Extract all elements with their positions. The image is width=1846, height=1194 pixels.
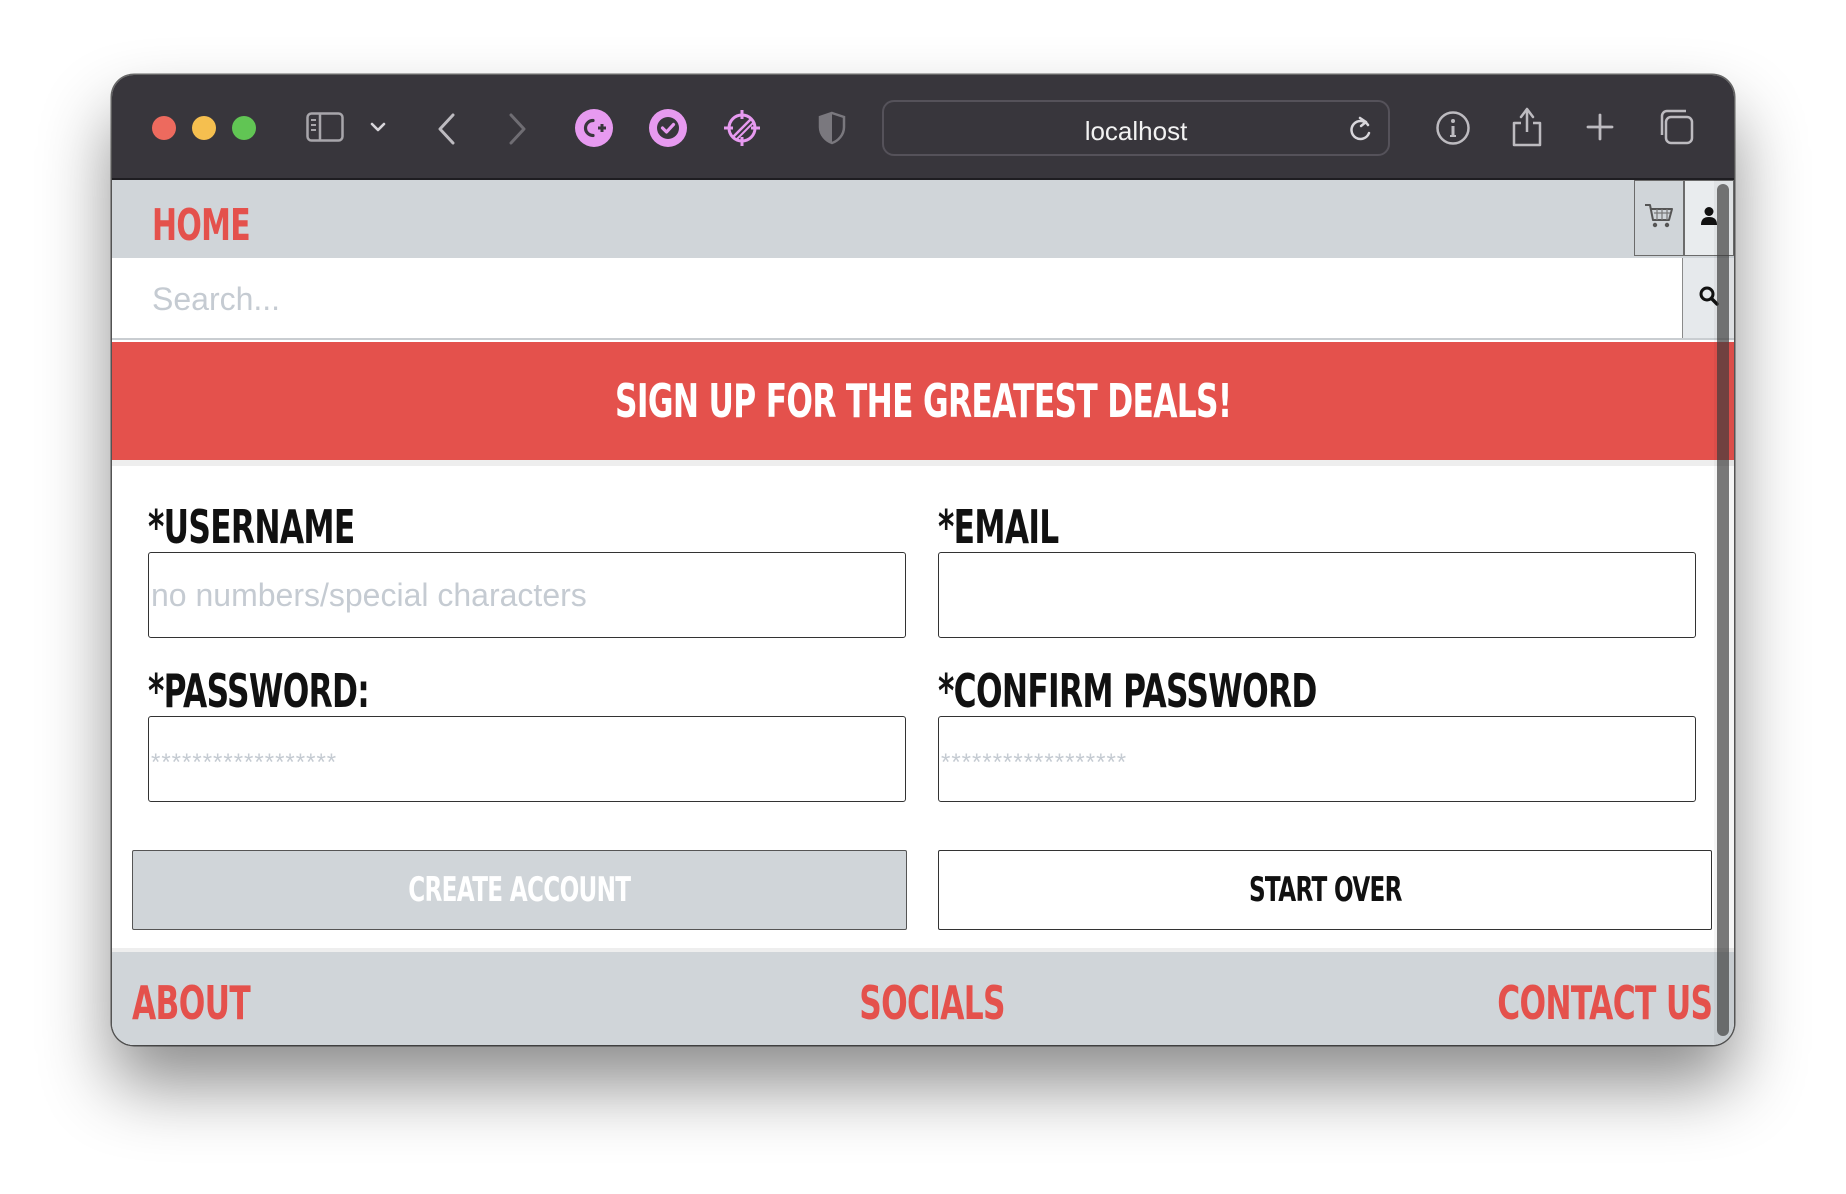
minimize-window-button[interactable] — [192, 116, 216, 140]
promo-banner: SIGN UP FOR THE GREATEST DEALS! — [112, 342, 1734, 460]
info-icon[interactable] — [1434, 109, 1472, 147]
address-bar[interactable]: localhost — [882, 100, 1390, 156]
username-label: *USERNAME — [148, 500, 355, 554]
home-link[interactable]: HOME — [152, 200, 251, 251]
create-account-label: CREATE ACCOUNT — [408, 870, 631, 910]
about-link[interactable]: ABOUT — [132, 976, 251, 1030]
close-window-button[interactable] — [152, 116, 176, 140]
start-over-button[interactable]: START OVER — [938, 850, 1712, 930]
confirm-password-input[interactable] — [938, 716, 1696, 802]
chevron-down-icon[interactable] — [366, 115, 390, 139]
reload-icon[interactable] — [1346, 114, 1374, 144]
scrollbar-thumb[interactable] — [1717, 184, 1729, 1036]
signup-form: *USERNAME *EMAIL *PASSWORD: *CONFIRM PAS… — [112, 460, 1734, 948]
sidebar-icon[interactable] — [306, 111, 344, 143]
start-over-label: START OVER — [1248, 870, 1403, 910]
create-account-button[interactable]: CREATE ACCOUNT — [132, 850, 907, 930]
confirm-password-label: *CONFIRM PASSWORD — [938, 664, 1317, 718]
footer: ABOUT SOCIALS CONTACT US — [112, 948, 1734, 1045]
password-input[interactable] — [148, 716, 906, 802]
check-extension-icon[interactable] — [648, 108, 688, 148]
address-text: localhost — [1084, 116, 1188, 146]
web-page: HOME SIGN UP FOR THE GREATEST DEALS! — [112, 180, 1734, 1045]
zoom-window-button[interactable] — [232, 116, 256, 140]
cart-button[interactable] — [1634, 180, 1684, 256]
chevron-right-icon[interactable] — [500, 109, 534, 149]
browser-window: localhost HOME Search... SIGN UP FOR THE… — [112, 75, 1734, 1045]
share-icon[interactable] — [1508, 103, 1546, 149]
contact-us-link[interactable]: CONTACT US — [1497, 976, 1713, 1030]
browser-toolbar: localhost — [112, 75, 1734, 180]
cart-icon — [1644, 203, 1674, 234]
password-label: *PASSWORD: — [148, 664, 370, 718]
tabs-overview-icon[interactable] — [1656, 107, 1696, 147]
email-input[interactable] — [938, 552, 1696, 638]
top-navigation: HOME — [112, 180, 1734, 258]
socials-link[interactable]: SOCIALS — [859, 976, 1005, 1030]
c-plus-extension-icon[interactable] — [574, 108, 614, 148]
target-extension-icon[interactable] — [722, 108, 762, 148]
search-input[interactable] — [152, 272, 1662, 326]
shield-icon[interactable] — [816, 109, 848, 147]
plus-icon[interactable] — [1582, 109, 1618, 145]
search-bar — [112, 258, 1734, 340]
email-label: *EMAIL — [938, 500, 1059, 554]
username-input[interactable] — [148, 552, 906, 638]
chevron-left-icon[interactable] — [430, 109, 464, 149]
banner-text: SIGN UP FOR THE GREATEST DEALS! — [614, 374, 1232, 428]
